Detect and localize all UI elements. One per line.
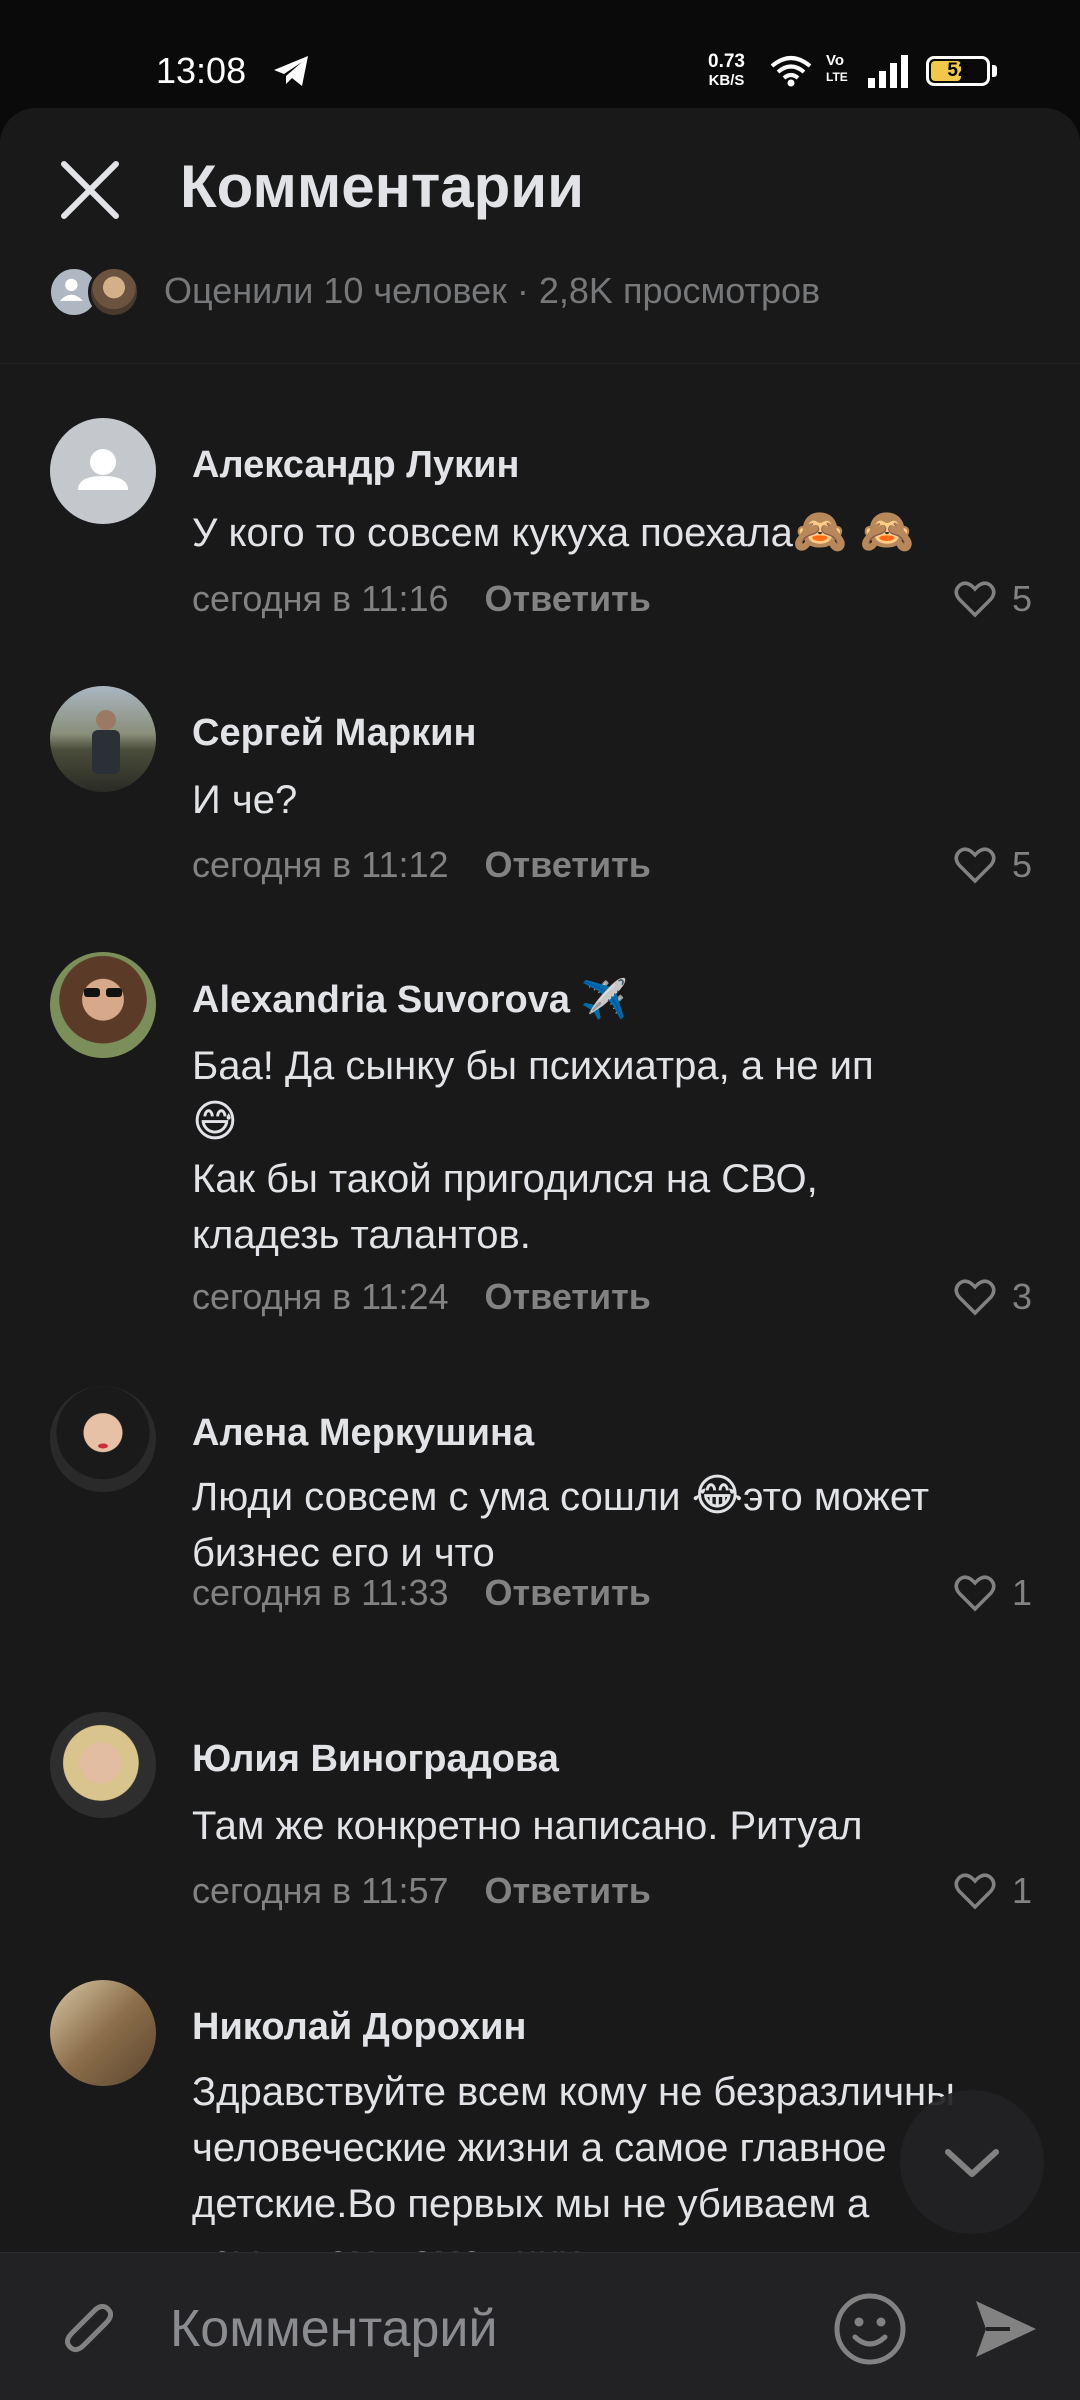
like-button[interactable]: 5 — [954, 844, 1032, 886]
comment-author[interactable]: Александр Лукин — [192, 444, 519, 487]
like-button[interactable]: 1 — [954, 1572, 1032, 1614]
signal-icon — [868, 55, 908, 88]
avatar[interactable] — [50, 686, 156, 792]
wifi-icon — [770, 56, 812, 87]
page-title: Комментарии — [180, 153, 585, 220]
liker-avatars[interactable] — [48, 266, 144, 318]
comment-time: сегодня в 11:24 — [192, 1276, 449, 1317]
battery-cap — [992, 65, 997, 77]
like-count: 5 — [1011, 578, 1032, 619]
avatar[interactable] — [50, 418, 156, 524]
status-time: 13:08 — [156, 50, 247, 91]
comment-meta: сегодня в 11:12 Ответить — [192, 844, 651, 886]
like-count: 1 — [1011, 1572, 1032, 1613]
like-count: 1 — [1011, 1870, 1032, 1911]
comment-text-line: Как бы такой пригодился на СВО, кладезь … — [192, 1157, 818, 1257]
heart-icon — [954, 581, 996, 618]
chevron-down-icon — [945, 2149, 999, 2177]
like-button[interactable]: 1 — [954, 1870, 1032, 1912]
paperclip-icon[interactable] — [52, 2293, 122, 2363]
comment-author[interactable]: Alexandria Suvorova ✈️ — [192, 978, 628, 1022]
comment-text: Баа! Да сынку бы психиатра, а не ип 😅 Ка… — [192, 1038, 1032, 1263]
comments-sheet: Комментарии Оценили 10 человек · 2,8K пр… — [0, 108, 1080, 2400]
comment-composer — [0, 2252, 1080, 2400]
liker-avatar — [88, 266, 140, 318]
close-icon[interactable] — [54, 154, 126, 226]
comment-author[interactable]: Алена Меркушина — [192, 1412, 534, 1455]
comment-time: сегодня в 11:12 — [192, 844, 449, 885]
heart-icon — [954, 1873, 996, 1910]
comments-header: Комментарии Оценили 10 человек · 2,8K пр… — [0, 108, 1080, 364]
comment-meta: сегодня в 11:33 Ответить — [192, 1572, 651, 1614]
comment-text: У кого то совсем кукуха поехала🙈 🙈 — [192, 504, 1032, 561]
airplane-emoji: ✈️ — [580, 979, 628, 1021]
comment-text: Люди совсем с ума сошли 😂это может бизне… — [192, 1468, 952, 1581]
network-speed-value: 0.73 — [708, 51, 745, 72]
reply-button[interactable]: Ответить — [485, 844, 651, 885]
comment-text-body: У кого то совсем кукуха поехала — [192, 511, 793, 555]
reply-button[interactable]: Ответить — [485, 1276, 651, 1317]
comment-meta: сегодня в 11:16 Ответить — [192, 578, 651, 620]
send-icon[interactable] — [970, 2293, 1042, 2365]
comment-author[interactable]: Николай Дорохин — [192, 2006, 526, 2049]
telegram-icon — [274, 56, 308, 86]
volte-icon: Vo LTE — [826, 52, 848, 86]
comment-time: сегодня в 11:33 — [192, 1572, 449, 1613]
avatar-photo — [98, 1443, 108, 1449]
reply-button[interactable]: Ответить — [485, 578, 651, 619]
avatar[interactable] — [50, 952, 156, 1058]
volte-bottom: LTE — [826, 70, 848, 84]
joy-emoji: 😂 — [691, 1471, 744, 1520]
network-speed-unit: KB/S — [708, 72, 745, 89]
comment-time: сегодня в 11:57 — [192, 1870, 449, 1911]
avatar[interactable] — [50, 1980, 156, 2086]
status-bar: 13:08 0.73 KB/S Vo LTE 52 — [0, 0, 1080, 108]
avatar-photo — [92, 710, 120, 774]
comment-time: сегодня в 11:16 — [192, 578, 449, 619]
battery-level: 52 — [947, 60, 969, 81]
like-button[interactable]: 3 — [954, 1276, 1032, 1318]
comment-text: Там же конкретно написано. Ритуал — [192, 1804, 863, 1848]
likes-views-stats[interactable]: Оценили 10 человек · 2,8K просмотров — [164, 270, 820, 312]
comment-text-line: Баа! Да сынку бы психиатра, а не ип — [192, 1044, 874, 1088]
heart-icon — [954, 847, 996, 884]
reply-button[interactable]: Ответить — [485, 1572, 651, 1613]
comment-author[interactable]: Юлия Виноградова — [192, 1738, 559, 1781]
avatar[interactable] — [50, 1386, 156, 1492]
like-count: 5 — [1011, 844, 1032, 885]
comment-input[interactable] — [170, 2297, 770, 2361]
like-button[interactable]: 5 — [954, 578, 1032, 620]
volte-top: Vo — [826, 52, 845, 69]
comment-author-name: Alexandria Suvorova — [192, 979, 571, 1021]
comment-author[interactable]: Сергей Маркин — [192, 712, 476, 755]
comment-text-body: Люди совсем с ума сошли — [192, 1475, 692, 1519]
like-count: 3 — [1011, 1276, 1032, 1317]
comment-meta: сегодня в 11:24 Ответить — [192, 1276, 651, 1318]
heart-icon — [954, 1575, 996, 1612]
battery-icon: 52 — [926, 56, 990, 86]
network-speed: 0.73 KB/S — [708, 52, 745, 90]
sweat-smile-emoji: 😅 — [192, 1097, 238, 1146]
see-no-evil-emoji: 🙈 🙈 — [792, 507, 915, 556]
avatar-photo — [84, 988, 122, 997]
reply-button[interactable]: Ответить — [485, 1870, 651, 1911]
comment-meta: сегодня в 11:57 Ответить — [192, 1870, 651, 1912]
heart-icon — [954, 1279, 996, 1316]
scroll-down-button[interactable] — [900, 2090, 1044, 2234]
comment-text: И че? — [192, 778, 298, 822]
avatar[interactable] — [50, 1712, 156, 1818]
user-placeholder-icon — [78, 449, 128, 490]
smile-icon[interactable] — [830, 2289, 910, 2369]
